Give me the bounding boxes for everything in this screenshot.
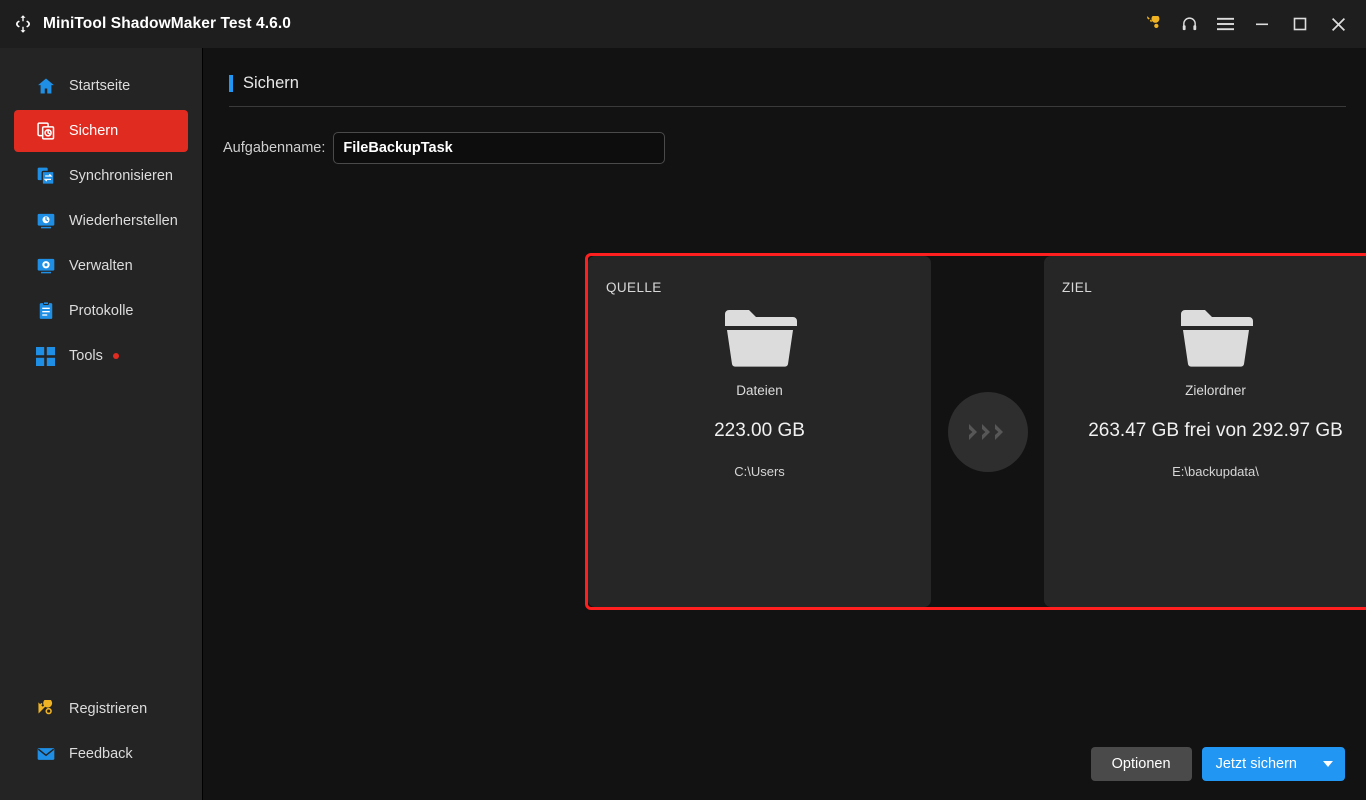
options-button[interactable]: Optionen [1090, 747, 1192, 781]
source-panel-body: Dateien 223.00 GB C:\Users [606, 306, 913, 479]
sidebar-item-synchronisieren[interactable]: Synchronisieren [14, 155, 188, 197]
sidebar-item-tools[interactable]: Tools [14, 335, 188, 377]
shadowmaker-logo-icon [12, 13, 34, 35]
backup-now-button[interactable]: Jetzt sichern [1201, 747, 1345, 781]
sidebar-item-label: Wiederherstellen [69, 213, 178, 229]
close-button[interactable] [1320, 7, 1356, 41]
task-name-label: Aufgabenname: [223, 140, 326, 156]
destination-panel-type: Zielordner [1185, 383, 1246, 398]
page-accent-bar [229, 75, 233, 92]
sidebar-item-label: Sichern [69, 123, 119, 139]
restore-icon [35, 211, 56, 232]
action-footer: Optionen Jetzt sichern [1090, 747, 1345, 781]
sidebar-item-wiederherstellen[interactable]: Wiederherstellen [14, 200, 188, 242]
sidebar-item-label: Registrieren [69, 701, 148, 717]
shadowmaker-window: MiniTool ShadowMaker Test 4.6.0 Startsei… [0, 0, 1366, 800]
minimize-button[interactable] [1244, 7, 1280, 41]
chevron-down-icon[interactable] [1323, 760, 1333, 768]
task-name-input[interactable] [333, 132, 666, 164]
body-row: Startseite Sichern Synchronisieren Wiede… [0, 48, 1366, 800]
sync-icon [35, 166, 56, 187]
sidebar-item-protokolle[interactable]: Protokolle [14, 290, 188, 332]
tools-new-badge [112, 353, 119, 359]
sidebar-item-label: Startseite [69, 78, 131, 94]
envelope-icon [35, 744, 56, 765]
key-icon [35, 699, 56, 720]
destination-panel-kicker: ZIEL [1062, 280, 1093, 295]
sidebar-item-label: Verwalten [69, 258, 133, 274]
home-icon [35, 76, 56, 97]
sidebar: Startseite Sichern Synchronisieren Wiede… [0, 48, 203, 800]
sidebar-nav: Startseite Sichern Synchronisieren Wiede… [0, 65, 202, 380]
sidebar-item-label: Protokolle [69, 303, 134, 319]
support-headset-icon[interactable] [1172, 7, 1206, 41]
folder-icon [1179, 306, 1253, 368]
page-header-row: Sichern [229, 74, 1346, 106]
source-panel[interactable]: QUELLE Dateien 223.00 GB C:\Users [588, 256, 931, 607]
source-panel-kicker: QUELLE [606, 280, 662, 295]
app-title: MiniTool ShadowMaker Test 4.6.0 [43, 15, 291, 32]
task-name-row: Aufgabenname: [203, 107, 1366, 164]
destination-panel-size: 263.47 GB frei von 292.97 GB [1088, 420, 1343, 441]
maximize-button[interactable] [1282, 7, 1318, 41]
menu-icon[interactable] [1208, 7, 1242, 41]
triple-chevron-right-icon [947, 391, 1028, 472]
destination-panel-body: Zielordner 263.47 GB frei von 292.97 GB … [1062, 306, 1366, 479]
sidebar-item-startseite[interactable]: Startseite [14, 65, 188, 107]
backup-now-label: Jetzt sichern [1215, 756, 1297, 772]
titlebar: MiniTool ShadowMaker Test 4.6.0 [0, 0, 1366, 48]
source-panel-path: C:\Users [734, 464, 785, 479]
sidebar-item-feedback[interactable]: Feedback [14, 733, 188, 775]
register-key-icon[interactable] [1136, 7, 1170, 41]
sidebar-item-verwalten[interactable]: Verwalten [14, 245, 188, 287]
folder-icon [723, 306, 797, 368]
sidebar-bottom-nav: Registrieren Feedback [0, 688, 202, 800]
logs-icon [35, 301, 56, 322]
manage-icon [35, 256, 56, 277]
sidebar-item-sichern[interactable]: Sichern [14, 110, 188, 152]
source-panel-type: Dateien [736, 383, 783, 398]
main-content: Sichern Aufgabenname: QUELLE [203, 48, 1366, 800]
destination-panel[interactable]: ZIEL Zielordner 263.47 GB frei von 292.9… [1044, 256, 1366, 607]
backup-icon [35, 121, 56, 142]
sidebar-item-registrieren[interactable]: Registrieren [14, 688, 188, 730]
source-panel-size: 223.00 GB [714, 420, 805, 441]
sidebar-item-label: Feedback [69, 746, 133, 762]
page-title: Sichern [243, 74, 299, 92]
sidebar-item-label: Tools [69, 348, 103, 364]
page-header: Sichern [203, 48, 1366, 107]
tools-icon [35, 346, 56, 367]
destination-panel-path: E:\backupdata\ [1172, 464, 1259, 479]
sidebar-item-label: Synchronisieren [69, 168, 173, 184]
source-destination-panels: QUELLE Dateien 223.00 GB C:\Users ZIEL Z… [588, 256, 1366, 607]
source-destination-highlight: QUELLE Dateien 223.00 GB C:\Users ZIEL Z… [585, 253, 1366, 610]
